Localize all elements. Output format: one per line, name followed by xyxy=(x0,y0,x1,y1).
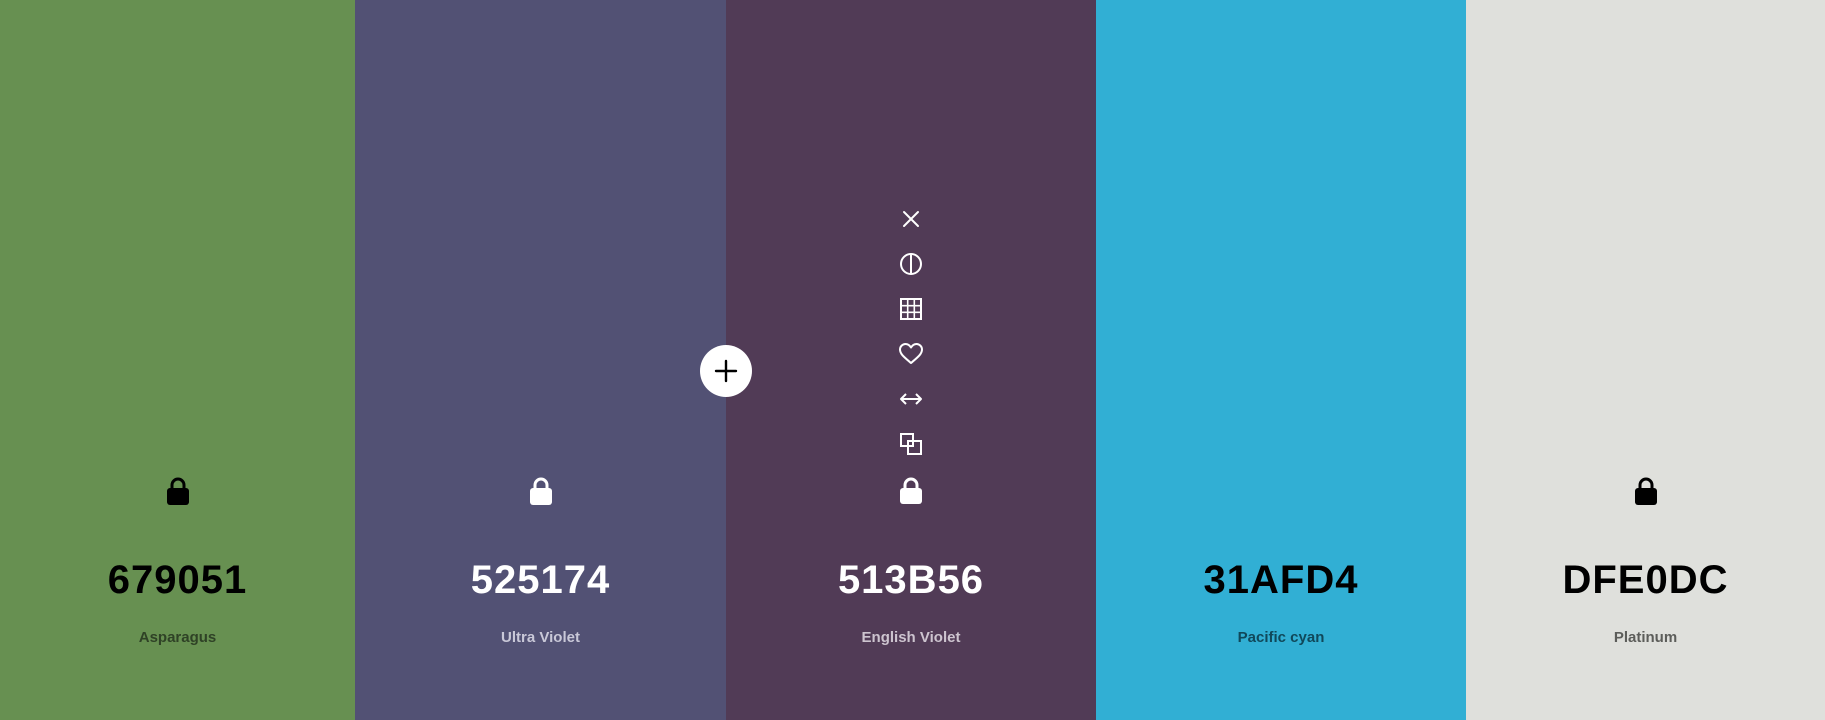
lock-icon[interactable] xyxy=(896,474,926,504)
close-icon[interactable] xyxy=(896,204,926,234)
plus-icon xyxy=(714,359,738,383)
swatch-platinum[interactable]: DFE0DC Platinum xyxy=(1466,0,1825,720)
lock-icon[interactable] xyxy=(528,476,554,506)
swatch-ultra-violet[interactable]: 525174 Ultra Violet xyxy=(355,0,726,720)
hex-code[interactable]: 31AFD4 xyxy=(1096,556,1466,604)
color-name: Ultra Violet xyxy=(501,629,580,646)
add-color-button[interactable] xyxy=(700,345,752,397)
hex-code[interactable]: 679051 xyxy=(0,556,355,604)
color-name: Asparagus xyxy=(138,629,217,646)
heart-icon[interactable] xyxy=(896,339,926,369)
copy-icon[interactable] xyxy=(896,429,926,459)
lock-icon[interactable] xyxy=(1633,476,1659,506)
hex-code[interactable]: DFE0DC xyxy=(1466,556,1825,604)
swatch-english-violet[interactable]: 513B56 English Violet xyxy=(726,0,1096,720)
lock-icon[interactable] xyxy=(165,476,191,506)
swatch-toolbar xyxy=(896,204,926,519)
hex-code[interactable]: 525174 xyxy=(355,556,726,604)
color-name: English Violet xyxy=(861,629,961,646)
drag-arrows-icon[interactable] xyxy=(896,384,926,414)
swatch-asparagus[interactable]: 679051 Asparagus xyxy=(0,0,355,720)
color-palette: 679051 Asparagus 525174 Ultra Violet 513… xyxy=(0,0,1825,720)
shades-grid-icon[interactable] xyxy=(896,294,926,324)
color-name: Pacific cyan xyxy=(1237,629,1325,646)
contrast-icon[interactable] xyxy=(896,249,926,279)
color-name: Platinum xyxy=(1613,629,1678,646)
swatch-pacific-cyan[interactable]: 31AFD4 Pacific cyan xyxy=(1096,0,1466,720)
hex-code[interactable]: 513B56 xyxy=(726,556,1096,604)
